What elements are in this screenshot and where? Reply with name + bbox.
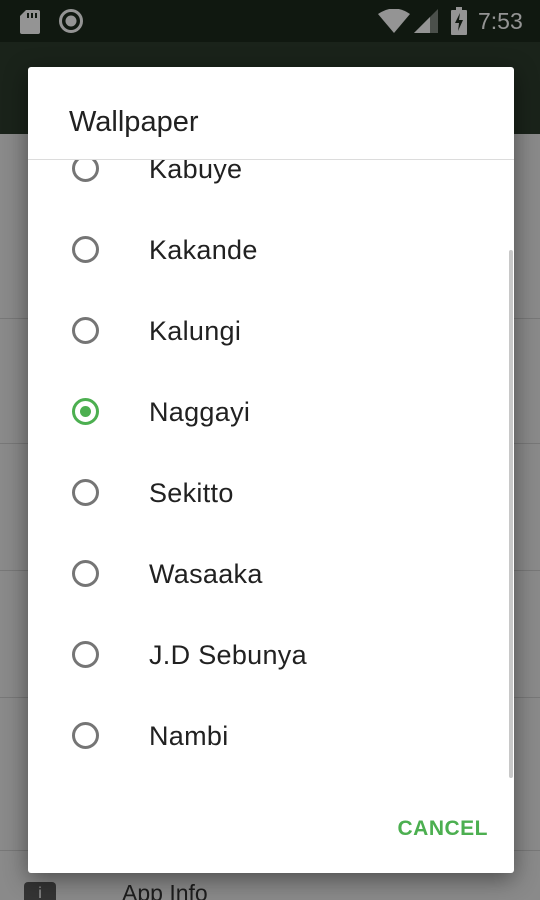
wallpaper-option[interactable]: Wasaaka xyxy=(28,536,514,617)
option-label: Wasaaka xyxy=(149,559,263,589)
scrollbar[interactable] xyxy=(509,250,513,778)
radio-button[interactable] xyxy=(72,641,99,668)
option-label: Kabuye xyxy=(149,160,243,184)
wallpaper-options: Kabuye Kakande Kalungi Naggayi Sekitto W… xyxy=(28,160,514,779)
option-label: Kalungi xyxy=(149,316,242,346)
wallpaper-option[interactable]: J.D Sebunya xyxy=(28,617,514,698)
option-label: J.D Sebunya xyxy=(149,640,307,670)
options-scroll-area[interactable]: Kabuye Kakande Kalungi Naggayi Sekitto W… xyxy=(28,160,514,796)
option-label: Kakande xyxy=(149,235,258,265)
wallpaper-dialog: Wallpaper Kabuye Kakande Kalungi Naggayi xyxy=(28,67,514,873)
option-label: Naggayi xyxy=(149,397,251,427)
radio-button[interactable] xyxy=(72,236,99,263)
wallpaper-option[interactable]: Nambi xyxy=(28,698,514,779)
option-label: Sekitto xyxy=(149,478,234,508)
wallpaper-option[interactable]: Naggayi xyxy=(28,374,514,455)
dialog-title: Wallpaper xyxy=(69,106,199,138)
radio-button[interactable] xyxy=(72,479,99,506)
radio-button[interactable] xyxy=(72,317,99,344)
radio-button-selected[interactable] xyxy=(72,398,99,425)
wallpaper-option[interactable]: Kabuye xyxy=(28,160,514,212)
radio-button[interactable] xyxy=(72,560,99,587)
cancel-button[interactable]: CANCEL xyxy=(368,809,488,849)
wallpaper-option[interactable]: Kalungi xyxy=(28,293,514,374)
radio-button[interactable] xyxy=(72,160,99,182)
option-label: Nambi xyxy=(149,721,229,751)
wallpaper-option[interactable]: Sekitto xyxy=(28,455,514,536)
wallpaper-option[interactable]: Kakande xyxy=(28,212,514,293)
radio-button[interactable] xyxy=(72,722,99,749)
